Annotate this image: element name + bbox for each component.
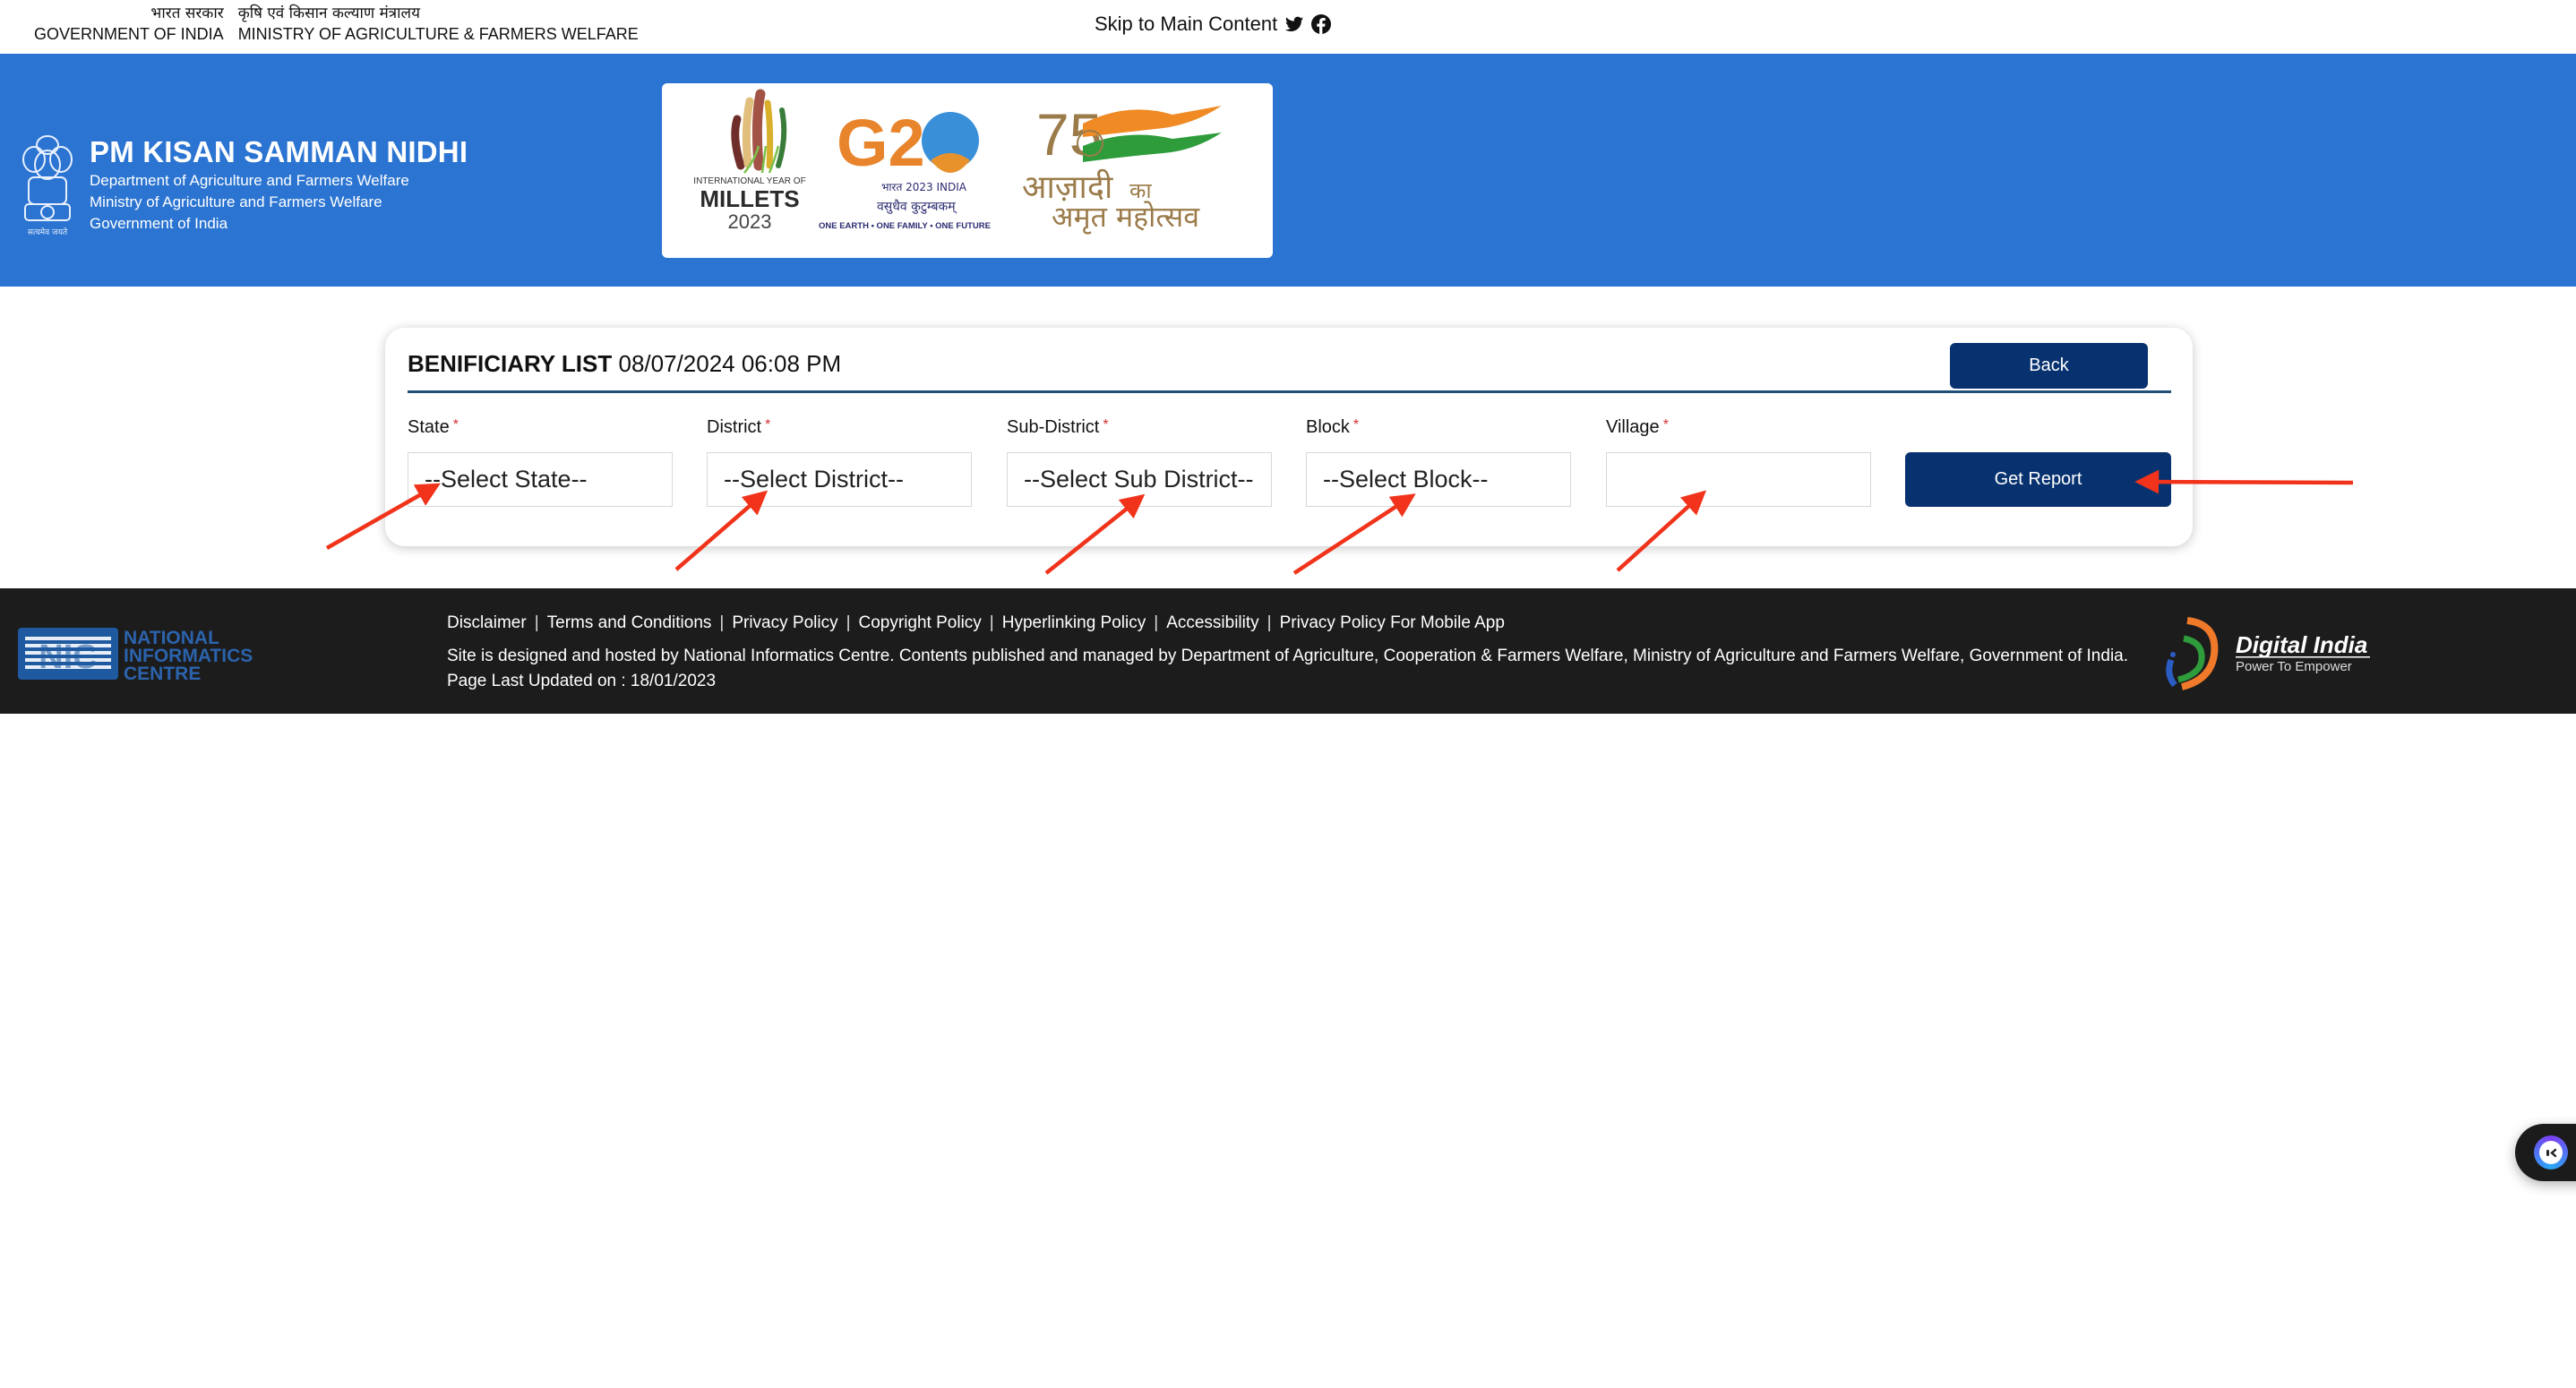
state-select[interactable]: --Select State-- (408, 452, 673, 507)
chatbot-avatar-icon (2534, 1135, 2568, 1170)
gov-india-label: भारत सरकार GOVERNMENT OF INDIA (34, 4, 224, 45)
millets-logo-icon: INTERNATIONAL YEAR OF MILLETS 2023 (693, 89, 806, 233)
gov-top-bar: भारत सरकार GOVERNMENT OF INDIA कृषि एवं … (0, 0, 2576, 54)
separator: | (846, 613, 851, 632)
gov-india-hindi: भारत सरकार (150, 4, 224, 22)
separator: | (719, 613, 725, 632)
ministry-hindi: कृषि एवं किसान कल्याण मंत्रालय (237, 4, 420, 22)
sub-district-select[interactable]: --Select Sub District-- (1007, 452, 1272, 507)
footer-link-terms[interactable]: Terms and Conditions (547, 613, 712, 633)
footer-link-privacy-mobile[interactable]: Privacy Policy For Mobile App (1280, 613, 1505, 633)
required-marker: * (452, 417, 459, 433)
separator: | (534, 613, 539, 632)
svg-text:अमृत महोत्सव: अमृत महोत्सव (1052, 200, 1200, 235)
village-select[interactable] (1606, 452, 1871, 507)
national-emblem-icon: सत्यमेव जयते (22, 135, 73, 237)
card-title-label: BENIFICIARY LIST (408, 350, 613, 377)
brand-line-department: Department of Agriculture and Farmers We… (90, 172, 409, 189)
block-label-text: Block (1306, 417, 1350, 437)
card-title: BENIFICIARY LIST 08/07/2024 06:08 PM (408, 349, 841, 378)
district-select[interactable]: --Select District-- (707, 452, 972, 507)
brand-line-government: Government of India (90, 215, 228, 232)
digital-india-logo-icon: Digital India Power To Empower (2166, 617, 2370, 690)
nic-logo-icon: NIC NATIONAL INFORMATICS CENTRE (18, 628, 253, 683)
svg-text:सत्यमेव जयते: सत्यमेव जयते (28, 227, 68, 237)
state-label-text: State (408, 417, 450, 437)
sub-district-label-text: Sub-District (1007, 417, 1100, 437)
footer-link-privacy[interactable]: Privacy Policy (732, 613, 837, 633)
ministry-label: कृषि एवं किसान कल्याण मंत्रालय MINISTRY … (238, 4, 639, 45)
required-marker: * (765, 417, 771, 433)
svg-text:Power To Empower: Power To Empower (2236, 659, 2352, 674)
azadi-amrit-mahotsav-logo-icon: 75 आज़ादी का अमृत महोत्सव (1022, 101, 1222, 235)
facebook-icon[interactable] (1311, 14, 1332, 34)
village-label: Village * (1606, 417, 1669, 438)
chat-widget-button[interactable] (2515, 1124, 2576, 1181)
footer-link-copyright[interactable]: Copyright Policy (859, 613, 982, 633)
site-footer: NIC NATIONAL INFORMATICS CENTRE Disclaim… (0, 588, 2576, 714)
gov-india-english: GOVERNMENT OF INDIA (34, 25, 224, 43)
hosted-by-text: Site is designed and hosted by National … (447, 647, 2129, 665)
site-header: सत्यमेव जयते PM KISAN SAMMAN NIDHI Depar… (0, 54, 2576, 287)
svg-text:भारत 2023 INDIA: भारत 2023 INDIA (881, 181, 967, 193)
g20-logo-icon: G2 भारत 2023 INDIA वसुधैव कुटुम्बकम् ONE… (819, 106, 991, 231)
svg-text:CENTRE: CENTRE (124, 664, 201, 683)
chatbot-face (2539, 1141, 2563, 1164)
svg-text:ONE EARTH • ONE FAMILY • ONE F: ONE EARTH • ONE FAMILY • ONE FUTURE (819, 221, 991, 231)
footer-link-hyperlinking[interactable]: Hyperlinking Policy (1002, 613, 1146, 633)
twitter-icon[interactable] (1284, 14, 1304, 34)
svg-text:MILLETS: MILLETS (700, 185, 799, 212)
svg-text:2023: 2023 (728, 210, 772, 233)
required-marker: * (1103, 417, 1109, 433)
ministry-english: MINISTRY OF AGRICULTURE & FARMERS WELFAR… (237, 25, 639, 43)
block-select[interactable]: --Select Block-- (1306, 452, 1571, 507)
separator: | (1154, 613, 1159, 632)
block-label: Block * (1306, 417, 1359, 438)
separator: | (989, 613, 994, 632)
sub-district-label: Sub-District * (1007, 417, 1109, 438)
footer-links: Disclaimer | Terms and Conditions | Privac… (447, 613, 1505, 633)
svg-text:Digital India: Digital India (2236, 631, 2367, 658)
gov-identity: भारत सरकार GOVERNMENT OF INDIA कृषि एवं … (34, 4, 639, 45)
svg-text:वसुधैव कुटुम्बकम्: वसुधैव कुटुम्बकम् (877, 199, 957, 214)
state-label: State * (408, 417, 459, 438)
card-timestamp: 08/07/2024 06:08 PM (618, 350, 842, 377)
footer-link-accessibility[interactable]: Accessibility (1166, 613, 1258, 633)
required-marker: * (1352, 417, 1360, 433)
get-report-button[interactable]: Get Report (1905, 452, 2171, 507)
village-label-text: Village (1606, 417, 1660, 437)
brand-line-ministry: Ministry of Agriculture and Farmers Welf… (90, 193, 382, 210)
required-marker: * (1662, 417, 1669, 433)
last-updated-text: Page Last Updated on : 18/01/2023 (447, 672, 717, 690)
title-divider (408, 390, 2171, 393)
svg-text:NIC: NIC (39, 638, 97, 676)
brand-block: PM KISAN SAMMAN NIDHI Department of Agri… (90, 134, 468, 235)
site-title: PM KISAN SAMMAN NIDHI (90, 135, 468, 168)
back-button[interactable]: Back (1950, 343, 2148, 389)
beneficiary-list-card: BENIFICIARY LIST 08/07/2024 06:08 PM Bac… (385, 328, 2193, 546)
campaign-logos-banner: INTERNATIONAL YEAR OF MILLETS 2023 G2 भा… (662, 83, 1273, 258)
district-label: District * (707, 417, 770, 438)
svg-text:G2: G2 (837, 106, 925, 180)
separator: | (1267, 613, 1272, 632)
skip-bar: Skip to Main Content (1095, 13, 1332, 36)
skip-to-main-link[interactable]: Skip to Main Content (1095, 13, 1277, 36)
district-label-text: District (707, 417, 762, 437)
footer-link-disclaimer[interactable]: Disclaimer (447, 613, 527, 633)
